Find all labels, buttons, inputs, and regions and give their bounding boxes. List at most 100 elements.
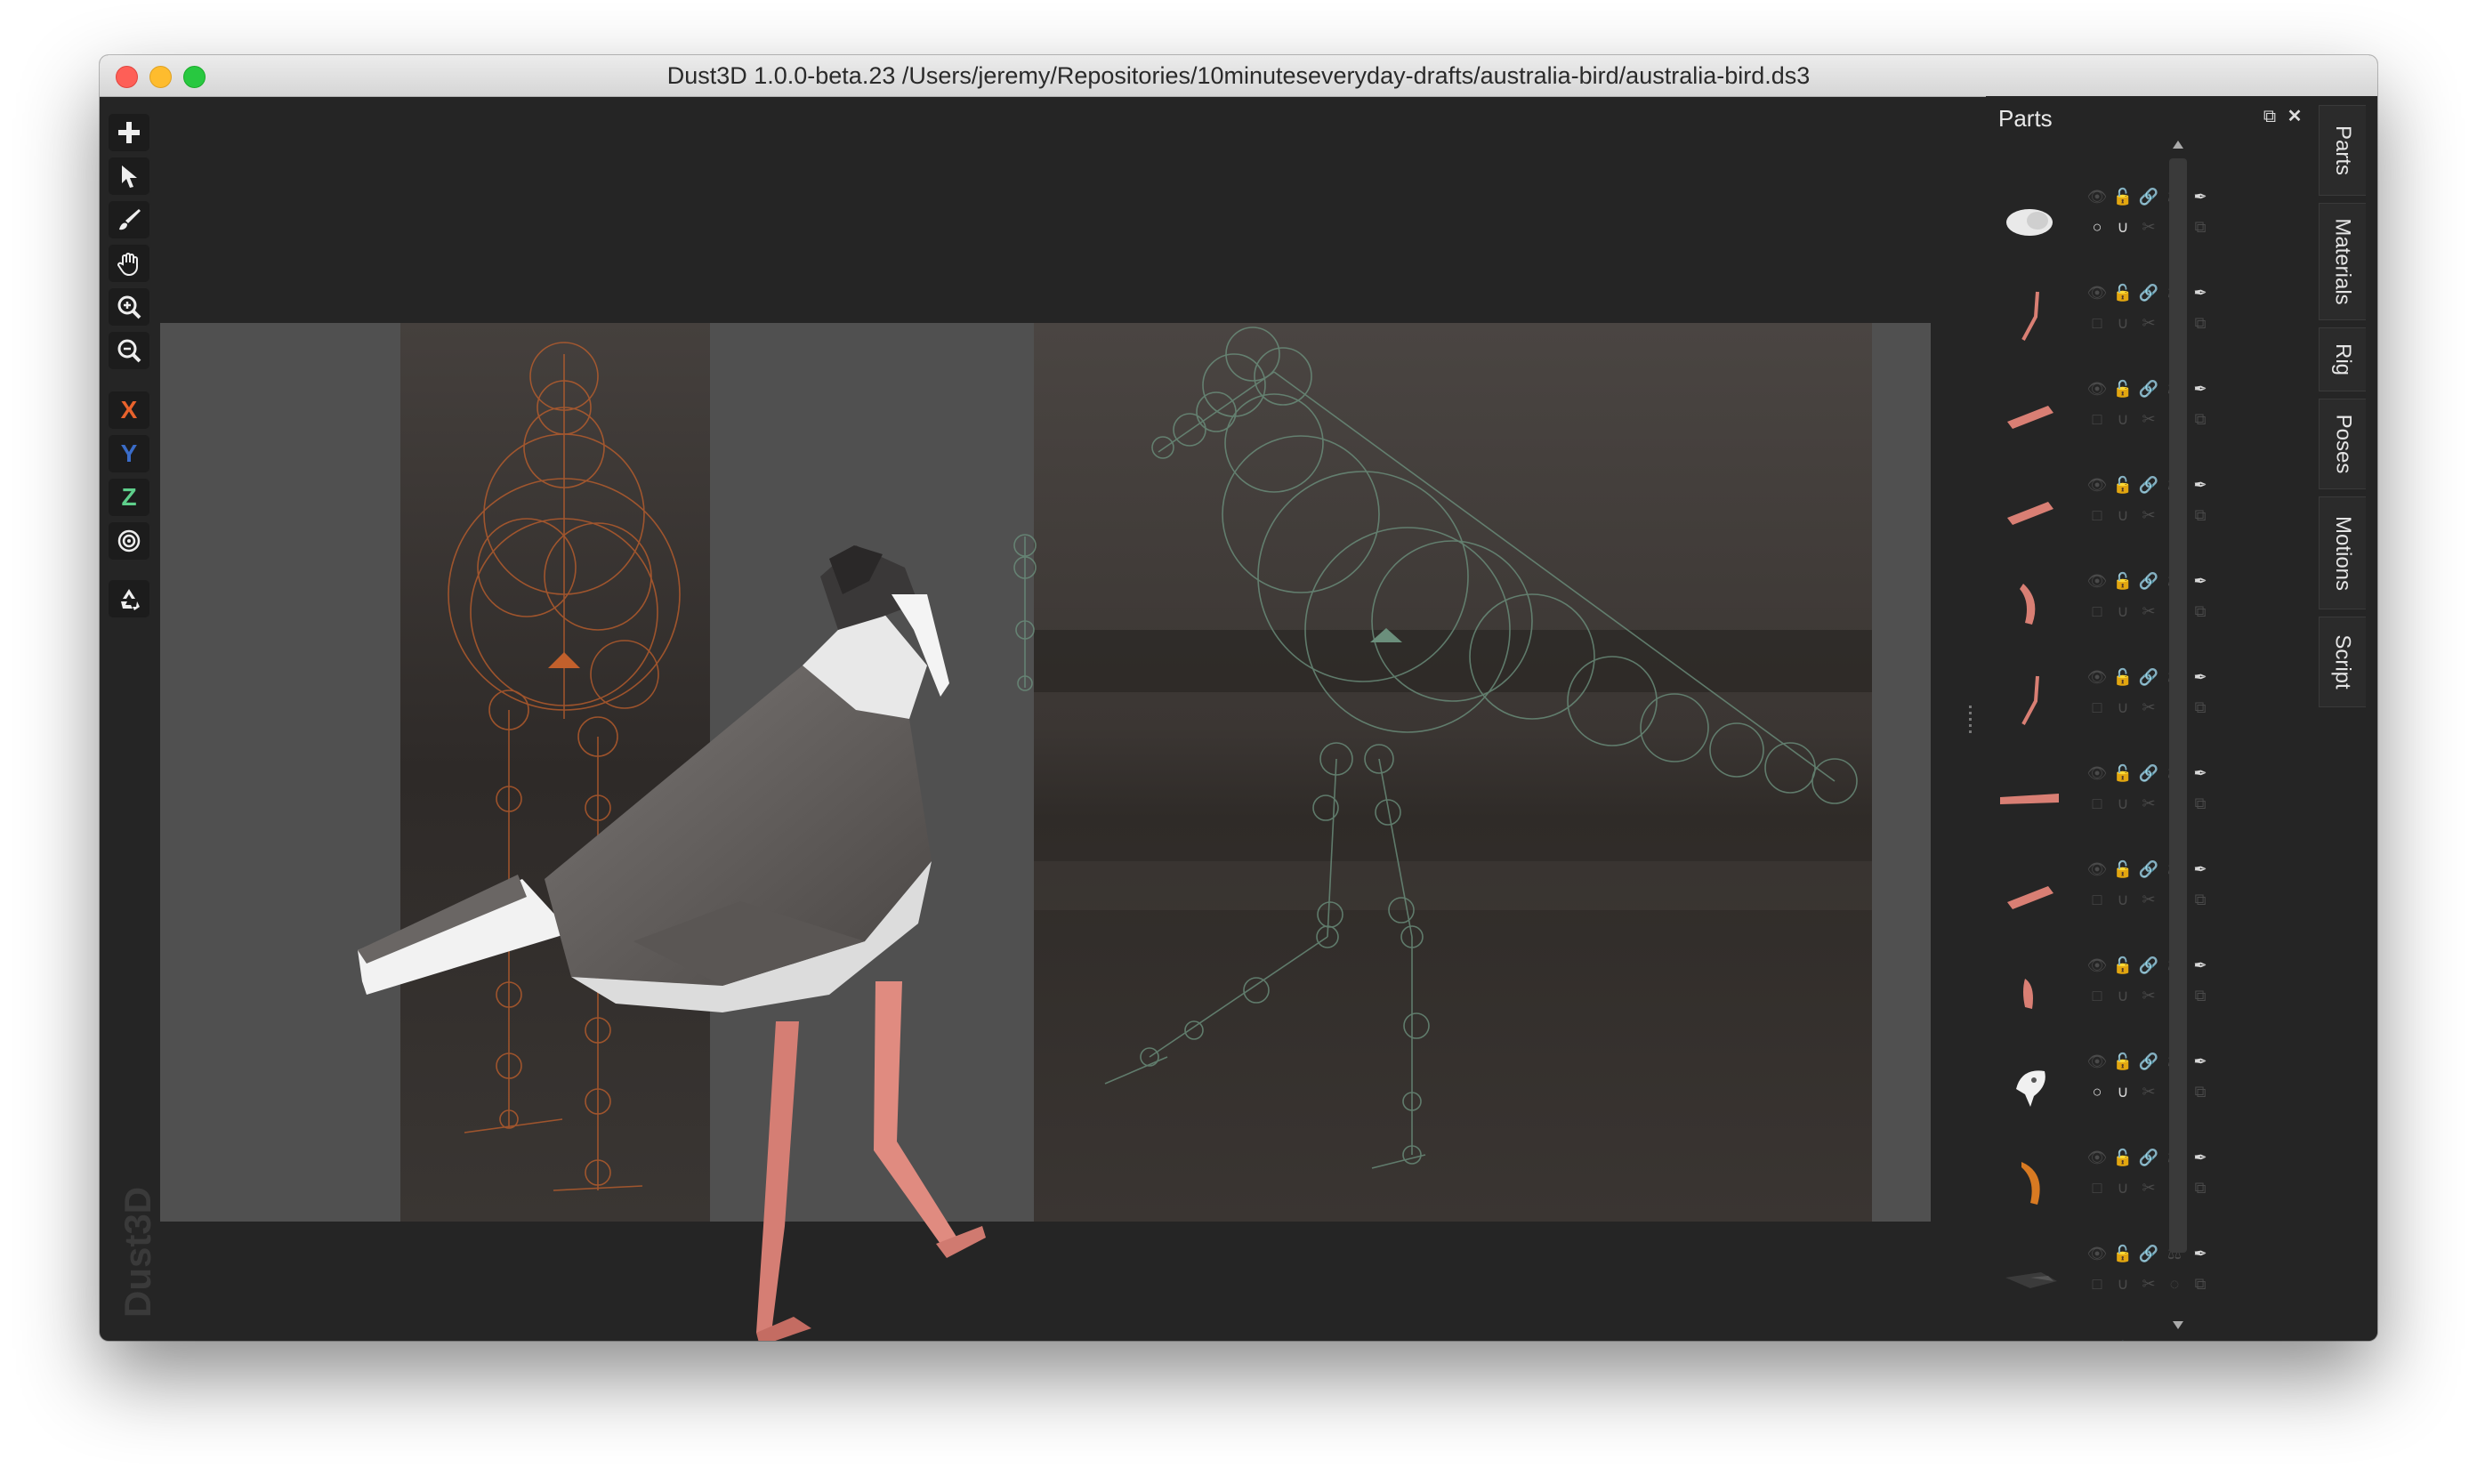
paint-button[interactable] [109, 201, 149, 238]
scroll-thumb[interactable] [2169, 158, 2187, 1253]
visibility-icon[interactable]: 👁 [2086, 665, 2109, 689]
magnet-icon[interactable]: ∪ [2111, 504, 2134, 527]
magnet-icon[interactable]: ∪ [2111, 407, 2134, 431]
subdiv-icon[interactable]: □ [2086, 792, 2109, 815]
part-thumbnail[interactable] [1995, 281, 2064, 351]
regenerate-button[interactable] [109, 580, 149, 617]
scissors-icon[interactable]: ✂ [2137, 600, 2160, 623]
link-icon[interactable]: 🔗 [2137, 1146, 2160, 1169]
color-picker-icon[interactable]: ✒ [2189, 1242, 2212, 1265]
part-row[interactable]: 👁🔓🔗⚖✒□∪✂◌⧉ [1986, 1233, 2288, 1329]
subdiv-icon[interactable]: □ [2086, 696, 2109, 719]
part-row[interactable]: 👁🔓🔗⚖✒□∪✂◌⧉ [1986, 753, 2288, 849]
lock-icon[interactable]: 🔓 [2111, 569, 2134, 593]
copy-icon[interactable]: ⧉ [2189, 600, 2212, 623]
magnet-icon[interactable]: ∪ [2111, 792, 2134, 815]
subdiv-icon[interactable]: ○ [2086, 215, 2109, 238]
add-button[interactable] [109, 114, 149, 151]
lock-icon[interactable]: 🔓 [2111, 1050, 2134, 1073]
part-row[interactable]: 👁🔓🔗⚖✒□∪✂◌⧉ [1986, 657, 2288, 753]
pan-button[interactable] [109, 245, 149, 282]
subdiv-icon[interactable]: □ [2086, 311, 2109, 335]
lock-icon[interactable]: 🔓 [2111, 1338, 2134, 1341]
link-icon[interactable]: 🔗 [2137, 473, 2160, 496]
part-row[interactable]: 👁🔓🔗⚖✒□∪✂◌⧉ [1986, 1137, 2288, 1233]
part-row[interactable]: 👁🔓🔗⚖✒○∪✂◌⧉ [1986, 1041, 2288, 1137]
part-row[interactable]: 👁🔓🔗⚖✒□∪✂◌⧉ [1986, 945, 2288, 1041]
color-picker-icon[interactable]: ✒ [2189, 1050, 2212, 1073]
color-picker-icon[interactable]: ✒ [2189, 281, 2212, 304]
close-icon[interactable]: ✕ [2285, 107, 2304, 126]
magnet-icon[interactable]: ∪ [2111, 1176, 2134, 1199]
copy-icon[interactable]: ⧉ [2189, 984, 2212, 1007]
link-icon[interactable]: 🔗 [2137, 762, 2160, 785]
x-mirror-button[interactable]: X [109, 391, 149, 429]
color-picker-icon[interactable]: ✒ [2189, 473, 2212, 496]
radius-button[interactable] [109, 522, 149, 560]
visibility-icon[interactable]: 👁 [2086, 185, 2109, 208]
visibility-icon[interactable]: 👁 [2086, 569, 2109, 593]
part-thumbnail[interactable] [1995, 569, 2064, 639]
color-picker-icon[interactable]: ✒ [2189, 377, 2212, 400]
copy-icon[interactable]: ⧉ [2189, 407, 2212, 431]
link-icon[interactable]: 🔗 [2137, 377, 2160, 400]
color-picker-icon[interactable]: ✒ [2189, 665, 2212, 689]
part-thumbnail[interactable] [1995, 954, 2064, 1023]
subdiv-icon[interactable]: □ [2086, 1176, 2109, 1199]
copy-icon[interactable]: ⧉ [2189, 696, 2212, 719]
lock-icon[interactable]: 🔓 [2111, 1146, 2134, 1169]
part-row[interactable]: 👁🔓🔗⚖✒□∪✂◌⧉ [1986, 849, 2288, 945]
scissors-icon[interactable]: ✂ [2137, 1272, 2160, 1295]
scroll-down-icon[interactable] [2173, 1321, 2183, 1329]
part-thumbnail[interactable] [1995, 858, 2064, 927]
lock-icon[interactable]: 🔓 [2111, 954, 2134, 977]
part-row[interactable]: 👁🔓🔗⚖✒□∪✂◌⧉ [1986, 368, 2288, 464]
copy-icon[interactable]: ⧉ [2189, 504, 2212, 527]
color-picker-icon[interactable]: ✒ [2189, 569, 2212, 593]
panel-resize-handle[interactable] [1969, 706, 1972, 733]
lock-icon[interactable]: 🔓 [2111, 762, 2134, 785]
part-row[interactable]: 👁🔓🔗⚖✒○∪✂◌⧉ [1986, 176, 2288, 272]
part-row[interactable]: 👁🔓🔗⚖✒□∪✂◌⧉ [1986, 464, 2288, 561]
subdiv-icon[interactable]: □ [2086, 888, 2109, 911]
part-thumbnail[interactable] [1995, 1146, 2064, 1215]
subdiv-icon[interactable]: □ [2086, 984, 2109, 1007]
copy-icon[interactable]: ⧉ [2189, 888, 2212, 911]
link-icon[interactable]: 🔗 [2137, 281, 2160, 304]
color-picker-icon[interactable]: ✒ [2189, 1338, 2212, 1341]
visibility-icon[interactable]: 👁 [2086, 762, 2109, 785]
lock-icon[interactable]: 🔓 [2111, 473, 2134, 496]
scissors-icon[interactable]: ✂ [2137, 311, 2160, 335]
scissors-icon[interactable]: ✂ [2137, 984, 2160, 1007]
magnet-icon[interactable]: ∪ [2111, 696, 2134, 719]
part-thumbnail[interactable] [1995, 1050, 2064, 1119]
part-thumbnail[interactable] [1995, 665, 2064, 735]
magnet-icon[interactable]: ∪ [2111, 600, 2134, 623]
scissors-icon[interactable]: ✂ [2137, 1176, 2160, 1199]
part-thumbnail[interactable] [1995, 1338, 2064, 1341]
color-picker-icon[interactable]: ✒ [2189, 858, 2212, 881]
tab-poses[interactable]: Poses [2319, 399, 2366, 489]
lock-icon[interactable]: 🔓 [2111, 858, 2134, 881]
subdiv-icon[interactable]: □ [2086, 407, 2109, 431]
visibility-icon[interactable]: 👁 [2086, 954, 2109, 977]
link-icon[interactable]: 🔗 [2137, 665, 2160, 689]
copy-icon[interactable]: ⧉ [2189, 311, 2212, 335]
color-picker-icon[interactable]: ✒ [2189, 185, 2212, 208]
tab-script[interactable]: Script [2319, 617, 2366, 707]
magnet-icon[interactable]: ∪ [2111, 984, 2134, 1007]
scissors-icon[interactable]: ✂ [2137, 1080, 2160, 1103]
copy-icon[interactable]: ⧉ [2189, 1272, 2212, 1295]
visibility-icon[interactable]: 👁 [2086, 1242, 2109, 1265]
subdiv-icon[interactable]: □ [2086, 600, 2109, 623]
scissors-icon[interactable]: ✂ [2137, 888, 2160, 911]
visibility-icon[interactable]: 👁 [2086, 1146, 2109, 1169]
part-thumbnail[interactable] [1995, 377, 2064, 447]
part-row[interactable]: 👁🔓🔗⚖✒□∪✂◌⧉ [1986, 272, 2288, 368]
visibility-icon[interactable]: 👁 [2086, 473, 2109, 496]
tab-rig[interactable]: Rig [2319, 327, 2366, 391]
zoom-in-button[interactable] [109, 288, 149, 326]
lock-icon[interactable]: 🔓 [2111, 665, 2134, 689]
magnet-icon[interactable]: ∪ [2111, 1080, 2134, 1103]
lock-icon[interactable]: 🔓 [2111, 1242, 2134, 1265]
